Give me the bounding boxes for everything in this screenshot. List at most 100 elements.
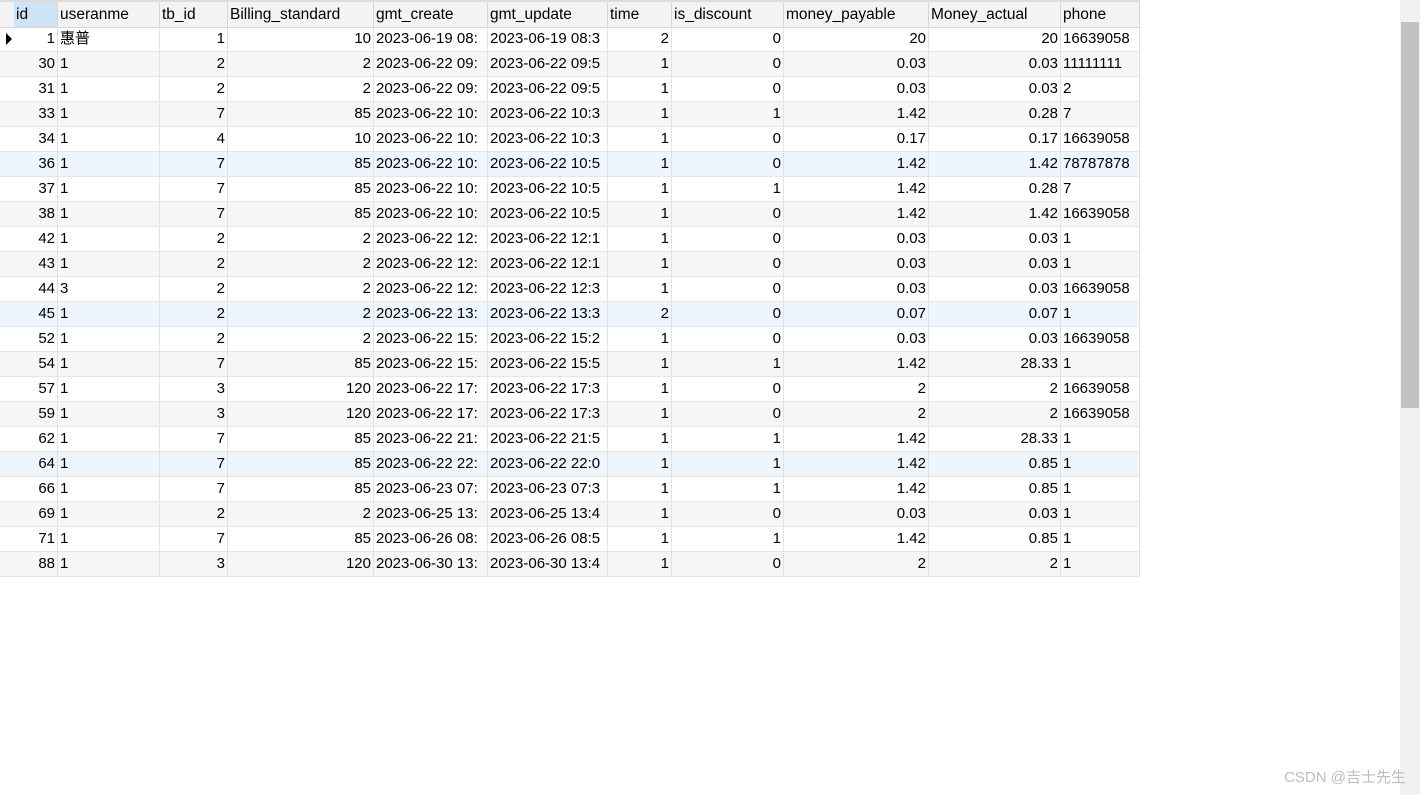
cell-time[interactable]: 1 [608,77,672,101]
cell-money-actual[interactable]: 0.03 [929,252,1061,276]
cell-is-discount[interactable]: 0 [672,402,784,426]
column-header-is-discount[interactable]: is_discount [672,2,784,27]
cell-is-discount[interactable]: 0 [672,77,784,101]
cell-is-discount[interactable]: 0 [672,27,784,51]
row-indicator[interactable] [0,177,14,201]
cell-money-actual[interactable]: 0.03 [929,52,1061,76]
cell-money-actual[interactable]: 1.42 [929,152,1061,176]
cell-tb-id[interactable]: 2 [160,302,228,326]
row-indicator[interactable] [0,127,14,151]
cell-id[interactable]: 36 [14,152,58,176]
cell-money-actual[interactable]: 0.85 [929,452,1061,476]
table-row[interactable]: 37 1 7 85 2023-06-22 10: 2023-06-22 10:5 1 1 1.4… [0,177,1140,202]
cell-is-discount[interactable]: 0 [672,252,784,276]
cell-id[interactable]: 54 [14,352,58,376]
cell-time[interactable]: 1 [608,352,672,376]
cell-phone[interactable]: 16639058 [1061,202,1140,226]
table-row[interactable]: 88 1 3 120 2023-06-30 13: 2023-06-30 13:4 1 0 2 2… [0,552,1140,577]
cell-billing-standard[interactable]: 2 [228,77,374,101]
cell-gmt-update[interactable]: 2023-06-22 22:0 [488,452,608,476]
row-indicator[interactable] [0,227,14,251]
cell-tb-id[interactable]: 2 [160,227,228,251]
cell-useranme[interactable]: 1 [58,452,160,476]
cell-useranme[interactable]: 1 [58,152,160,176]
cell-useranme[interactable]: 1 [58,427,160,451]
cell-useranme[interactable]: 1 [58,552,160,576]
cell-money-actual[interactable]: 0.03 [929,77,1061,101]
cell-billing-standard[interactable]: 2 [228,227,374,251]
cell-useranme[interactable]: 1 [58,227,160,251]
cell-gmt-update[interactable]: 2023-06-22 15:2 [488,327,608,351]
cell-useranme[interactable]: 1 [58,377,160,401]
cell-id[interactable]: 33 [14,102,58,126]
cell-time[interactable]: 1 [608,402,672,426]
cell-billing-standard[interactable]: 85 [228,202,374,226]
cell-billing-standard[interactable]: 85 [228,477,374,501]
cell-phone[interactable]: 2 [1061,77,1140,101]
cell-gmt-create[interactable]: 2023-06-22 10: [374,102,488,126]
cell-gmt-create[interactable]: 2023-06-22 12: [374,227,488,251]
cell-money-actual[interactable]: 0.85 [929,477,1061,501]
table-row[interactable]: 34 1 4 10 2023-06-22 10: 2023-06-22 10:3 1 0 0.1… [0,127,1140,152]
cell-time[interactable]: 1 [608,277,672,301]
cell-money-payable[interactable]: 0.03 [784,327,929,351]
cell-id[interactable]: 1 [14,27,58,51]
cell-gmt-create[interactable]: 2023-06-22 15: [374,327,488,351]
cell-is-discount[interactable]: 0 [672,502,784,526]
cell-useranme[interactable]: 1 [58,127,160,151]
cell-phone[interactable]: 16639058 [1061,27,1140,51]
cell-id[interactable]: 37 [14,177,58,201]
cell-phone[interactable]: 1 [1061,352,1140,376]
cell-tb-id[interactable]: 1 [160,27,228,51]
cell-tb-id[interactable]: 7 [160,477,228,501]
cell-gmt-update[interactable]: 2023-06-22 15:5 [488,352,608,376]
cell-id[interactable]: 59 [14,402,58,426]
cell-billing-standard[interactable]: 120 [228,552,374,576]
cell-time[interactable]: 1 [608,52,672,76]
cell-phone[interactable]: 1 [1061,502,1140,526]
cell-gmt-create[interactable]: 2023-06-23 07: [374,477,488,501]
column-header-money-actual[interactable]: Money_actual [929,2,1061,27]
cell-money-actual[interactable]: 20 [929,27,1061,51]
cell-tb-id[interactable]: 3 [160,552,228,576]
cell-gmt-update[interactable]: 2023-06-25 13:4 [488,502,608,526]
cell-gmt-update[interactable]: 2023-06-22 10:5 [488,152,608,176]
cell-gmt-update[interactable]: 2023-06-22 12:1 [488,227,608,251]
cell-time[interactable]: 1 [608,477,672,501]
column-header-gmt-create[interactable]: gmt_create [374,2,488,27]
cell-tb-id[interactable]: 7 [160,177,228,201]
cell-time[interactable]: 1 [608,252,672,276]
cell-useranme[interactable]: 1 [58,302,160,326]
cell-money-payable[interactable]: 1.42 [784,102,929,126]
table-row[interactable]: 69 1 2 2 2023-06-25 13: 2023-06-25 13:4 1 0 0.03… [0,502,1140,527]
cell-tb-id[interactable]: 2 [160,52,228,76]
cell-phone[interactable]: 16639058 [1061,327,1140,351]
cell-is-discount[interactable]: 0 [672,152,784,176]
cell-id[interactable]: 71 [14,527,58,551]
cell-time[interactable]: 1 [608,127,672,151]
cell-billing-standard[interactable]: 85 [228,152,374,176]
cell-tb-id[interactable]: 2 [160,277,228,301]
cell-money-payable[interactable]: 0.03 [784,502,929,526]
row-indicator[interactable] [0,377,14,401]
cell-tb-id[interactable]: 7 [160,452,228,476]
cell-time[interactable]: 1 [608,202,672,226]
table-row[interactable]: 44 3 2 2 2023-06-22 12: 2023-06-22 12:3 1 0 0.03… [0,277,1140,302]
cell-time[interactable]: 1 [608,227,672,251]
cell-phone[interactable]: 1 [1061,427,1140,451]
cell-is-discount[interactable]: 1 [672,452,784,476]
cell-phone[interactable]: 1 [1061,477,1140,501]
cell-money-actual[interactable]: 0.85 [929,527,1061,551]
table-row[interactable]: 52 1 2 2 2023-06-22 15: 2023-06-22 15:2 1 0 0.03… [0,327,1140,352]
cell-billing-standard[interactable]: 85 [228,452,374,476]
cell-is-discount[interactable]: 0 [672,377,784,401]
cell-billing-standard[interactable]: 85 [228,177,374,201]
table-row[interactable]: 45 1 2 2 2023-06-22 13: 2023-06-22 13:3 2 0 0.07… [0,302,1140,327]
cell-is-discount[interactable]: 1 [672,477,784,501]
cell-useranme[interactable]: 1 [58,352,160,376]
table-row[interactable]: 59 1 3 120 2023-06-22 17: 2023-06-22 17:3 1 0 2 2… [0,402,1140,427]
cell-id[interactable]: 69 [14,502,58,526]
cell-useranme[interactable]: 1 [58,202,160,226]
column-header-useranme[interactable]: useranme [58,2,160,27]
cell-money-actual[interactable]: 0.28 [929,102,1061,126]
